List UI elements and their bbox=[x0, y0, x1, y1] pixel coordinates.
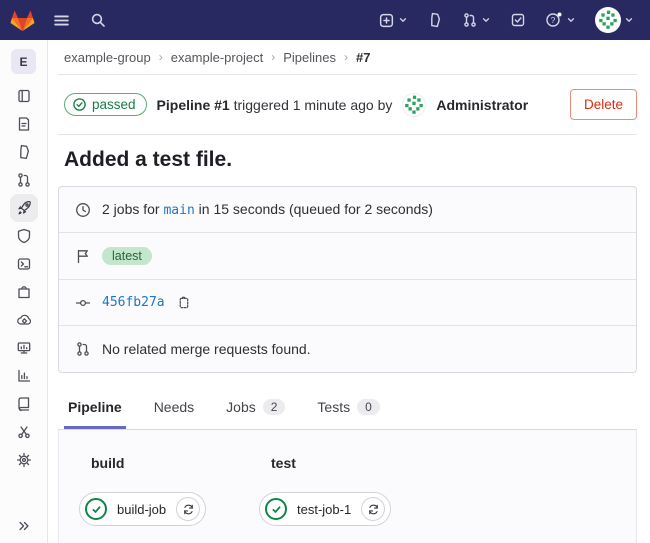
sidebar-item-cicd[interactable] bbox=[10, 194, 38, 222]
scissors-icon bbox=[16, 424, 32, 440]
pipeline-status-row: passed Pipeline #1 triggered 1 minute ag… bbox=[58, 75, 637, 135]
commit-sha-row: 456fb27a bbox=[59, 280, 636, 326]
branch-link[interactable]: main bbox=[163, 203, 194, 218]
jobs-duration-text: 2 jobs for main in 15 seconds (queued fo… bbox=[102, 201, 433, 218]
breadcrumb-current-pipeline: #7 bbox=[356, 50, 370, 65]
sidebar-item-analytics[interactable] bbox=[10, 362, 38, 390]
sidebar-item-repository[interactable] bbox=[10, 110, 38, 138]
hamburger-menu-icon[interactable] bbox=[49, 8, 74, 33]
check-circle-icon bbox=[72, 97, 87, 112]
pipeline-status-badge: passed bbox=[64, 93, 147, 116]
shield-icon bbox=[16, 228, 32, 244]
commit-title: Added a test file. bbox=[58, 135, 637, 186]
sidebar-item-infrastructure[interactable] bbox=[10, 306, 38, 334]
stage-build: build build-job bbox=[79, 455, 259, 525]
merge-requests-dropdown[interactable] bbox=[458, 8, 495, 32]
svg-text:?: ? bbox=[551, 15, 556, 25]
breadcrumb-separator: › bbox=[344, 50, 348, 64]
sidebar-item-settings[interactable] bbox=[10, 446, 38, 474]
todos-icon[interactable] bbox=[506, 8, 530, 32]
merge-request-icon bbox=[75, 341, 91, 357]
stage-title: build bbox=[91, 455, 259, 471]
collapse-sidebar-button[interactable] bbox=[0, 519, 48, 533]
sidebar-item-monitor[interactable] bbox=[10, 334, 38, 362]
jobs-count-badge: 2 bbox=[263, 399, 286, 415]
help-dropdown[interactable]: ? bbox=[541, 7, 580, 33]
delete-pipeline-button[interactable]: Delete bbox=[570, 89, 637, 120]
tab-needs[interactable]: Needs bbox=[150, 391, 198, 429]
related-mr-text: No related merge requests found. bbox=[102, 341, 311, 357]
latest-badge: latest bbox=[102, 247, 152, 265]
job-name: test-job-1 bbox=[297, 502, 351, 517]
flag-icon bbox=[75, 248, 91, 264]
chevron-down-icon bbox=[624, 15, 634, 25]
tab-tests[interactable]: Tests0 bbox=[313, 391, 383, 429]
job-test-job-1[interactable]: test-job-1 bbox=[259, 492, 391, 526]
tab-pipeline[interactable]: Pipeline bbox=[64, 391, 126, 429]
pipeline-trigger-text: Pipeline #1 triggered 1 minute ago by bbox=[157, 97, 393, 113]
clock-icon bbox=[75, 202, 91, 218]
pipeline-tabs: Pipeline Needs Jobs2 Tests0 bbox=[58, 391, 637, 430]
breadcrumb: example-group › example-project › Pipeli… bbox=[58, 40, 637, 75]
job-passed-icon bbox=[265, 498, 287, 520]
triggerer-avatar[interactable] bbox=[402, 93, 426, 117]
breadcrumb-separator: › bbox=[271, 50, 275, 64]
tab-jobs[interactable]: Jobs2 bbox=[222, 391, 289, 429]
sidebar-item-snippets[interactable] bbox=[10, 418, 38, 446]
copy-commit-sha-icon[interactable] bbox=[176, 295, 191, 310]
chevron-down-icon bbox=[481, 15, 491, 25]
sidebar-item-issues[interactable] bbox=[10, 138, 38, 166]
user-avatar-menu[interactable] bbox=[591, 3, 638, 37]
breadcrumb-project-link[interactable]: example-project bbox=[171, 50, 264, 65]
chevrons-right-icon bbox=[17, 519, 31, 533]
sidebar-item-packages[interactable] bbox=[10, 278, 38, 306]
triggerer-name[interactable]: Administrator bbox=[436, 97, 528, 113]
sidebar-item-project-information[interactable] bbox=[10, 82, 38, 110]
new-item-dropdown[interactable] bbox=[374, 8, 412, 33]
tests-count-badge: 0 bbox=[357, 399, 380, 415]
jobs-duration-row: 2 jobs for main in 15 seconds (queued fo… bbox=[59, 187, 636, 233]
retry-job-icon[interactable] bbox=[361, 497, 385, 521]
sidebar-item-merge-requests[interactable] bbox=[10, 166, 38, 194]
retry-job-icon[interactable] bbox=[176, 497, 200, 521]
commit-icon bbox=[75, 295, 91, 311]
job-name: build-job bbox=[117, 502, 166, 517]
pipeline-graph: build build-job test test- bbox=[58, 430, 637, 543]
issues-icon[interactable] bbox=[423, 8, 447, 32]
top-navigation-bar: ? bbox=[0, 0, 650, 40]
sidebar-item-deployments[interactable] bbox=[10, 250, 38, 278]
project-avatar[interactable]: E bbox=[11, 49, 36, 74]
breadcrumb-pipelines-link[interactable]: Pipelines bbox=[283, 50, 336, 65]
main-content: example-group › example-project › Pipeli… bbox=[48, 40, 650, 543]
chevron-down-icon bbox=[398, 15, 408, 25]
sidebar-item-security[interactable] bbox=[10, 222, 38, 250]
gitlab-logo-icon[interactable] bbox=[10, 9, 35, 32]
latest-badge-row: latest bbox=[59, 233, 636, 280]
sidebar-item-wiki[interactable] bbox=[10, 390, 38, 418]
related-mr-row: No related merge requests found. bbox=[59, 326, 636, 372]
rocket-icon bbox=[16, 200, 32, 216]
breadcrumb-separator: › bbox=[159, 50, 163, 64]
job-build-job[interactable]: build-job bbox=[79, 492, 206, 526]
project-sidebar: E bbox=[0, 40, 48, 543]
pipeline-info-box: 2 jobs for main in 15 seconds (queued fo… bbox=[58, 186, 637, 373]
chevron-down-icon bbox=[566, 15, 576, 25]
search-icon[interactable] bbox=[86, 8, 110, 32]
commit-sha-link[interactable]: 456fb27a bbox=[102, 295, 165, 310]
breadcrumb-group-link[interactable]: example-group bbox=[64, 50, 151, 65]
stage-test: test test-job-1 bbox=[259, 455, 439, 525]
avatar bbox=[595, 7, 621, 33]
gear-icon bbox=[16, 452, 32, 468]
stage-title: test bbox=[271, 455, 439, 471]
job-passed-icon bbox=[85, 498, 107, 520]
